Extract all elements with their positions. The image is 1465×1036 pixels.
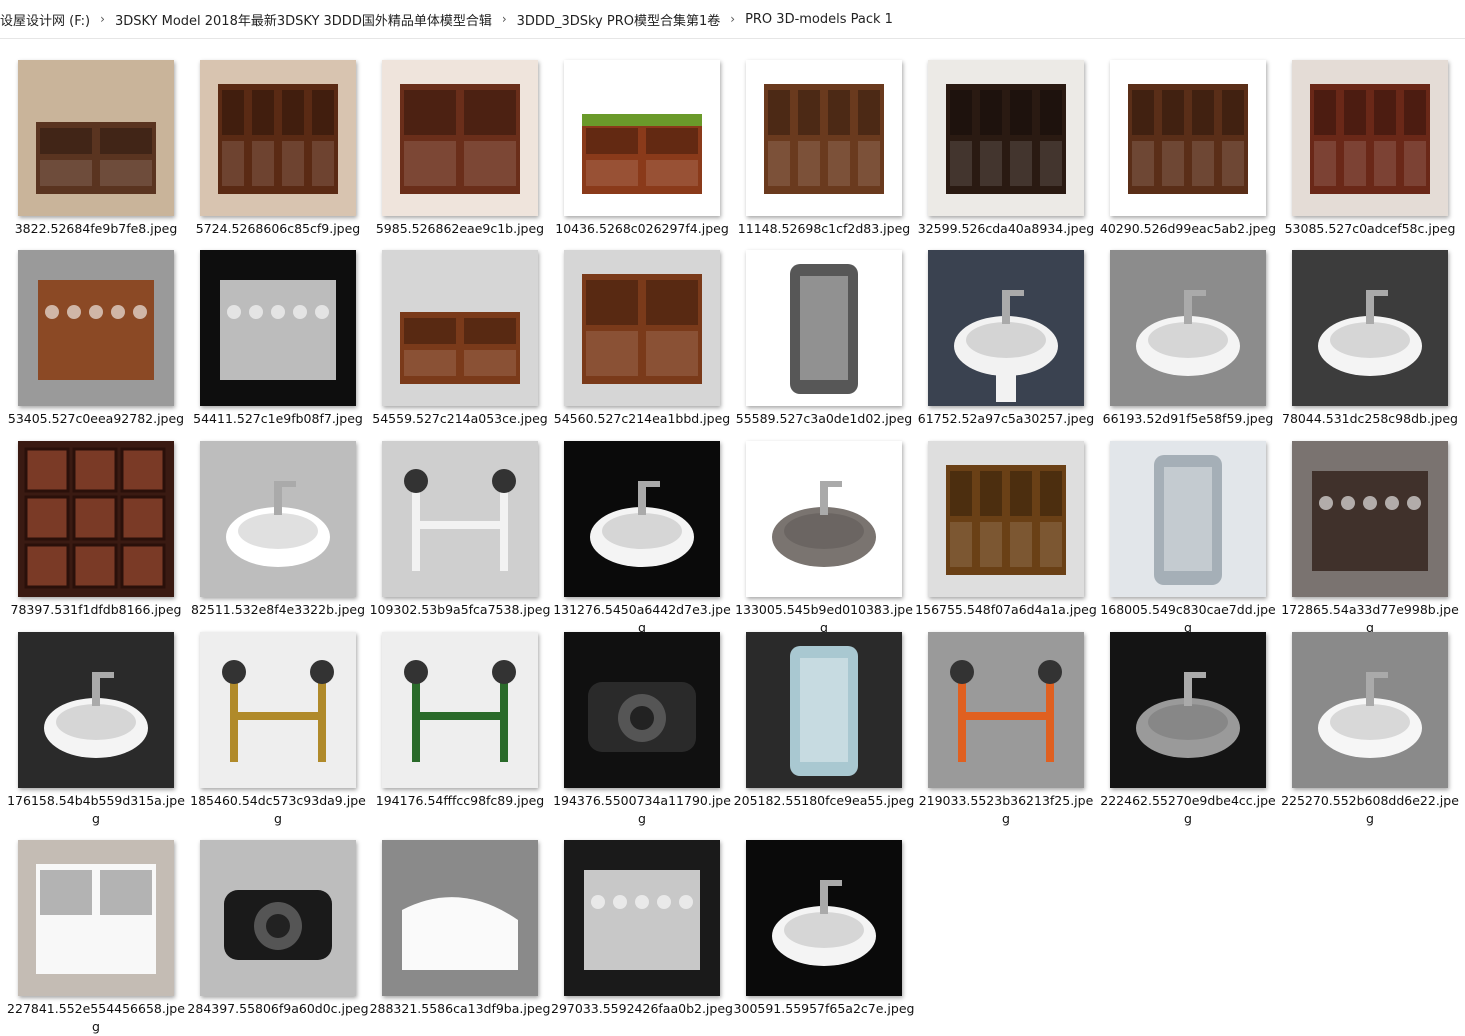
corner-sink-thumbnail[interactable] (1292, 250, 1448, 406)
breadcrumb-item[interactable]: 3DSKY Model 2018年最新3DSKY 3DDD国外精品单体模型合辑 (111, 10, 496, 29)
ceiling-panel-thumbnail[interactable] (18, 441, 174, 597)
billiard-desk-thumbnail[interactable] (564, 60, 720, 216)
file-name[interactable]: 288321.5586ca13df9ba.jpeg (369, 1000, 551, 1018)
double-vanity-thumbnail[interactable] (1292, 441, 1448, 597)
library-cabinet-thumbnail[interactable] (928, 60, 1084, 216)
bath-accessories-thumbnail[interactable] (200, 250, 356, 406)
shower-cabin-thumbnail[interactable] (746, 250, 902, 406)
silver-bowl-sink-thumbnail[interactable] (1110, 632, 1266, 788)
round-sink-thumbnail[interactable] (746, 441, 902, 597)
file-name[interactable]: 205182.55180fce9ea55.jpeg (733, 792, 915, 810)
file-name[interactable]: 227841.552e554456658.jpeg (5, 1000, 187, 1036)
shelving-unit-thumbnail[interactable] (746, 60, 902, 216)
steam-shower-thumbnail[interactable] (746, 632, 902, 788)
glass-shower-thumbnail[interactable] (1110, 441, 1266, 597)
file-name[interactable]: 53405.527c0eea92782.jpeg (5, 410, 187, 428)
breadcrumb: 设屋设计网 (F:) › 3DSKY Model 2018年最新3DSKY 3DDD… (0, 0, 1465, 39)
file-name[interactable]: 194176.54fffcc98fc89.jpeg (369, 792, 551, 810)
desk-thumbnail[interactable] (18, 60, 174, 216)
trophies-thumbnail[interactable] (200, 632, 356, 788)
corner-bathtub-thumbnail[interactable] (382, 840, 538, 996)
vanity-unit-thumbnail[interactable] (18, 840, 174, 996)
file-name[interactable]: 55589.527c3a0de1d02.jpeg (733, 410, 915, 428)
oval-washbasin-thumbnail[interactable] (18, 632, 174, 788)
freestanding-basin-thumbnail[interactable] (564, 441, 720, 597)
file-name[interactable]: 78397.531f1dfdb8166.jpeg (5, 601, 187, 619)
office-bookcase-thumbnail[interactable] (1110, 60, 1266, 216)
file-grid: 3822.52684fe9b7fe8.jpeg 5724.5268606c85cf… (0, 38, 1465, 1034)
camera-thumbnail[interactable] (200, 840, 356, 996)
display-cabinet-thumbnail[interactable] (18, 250, 174, 406)
file-name[interactable]: 54411.527c1e9fb08f7.jpeg (187, 410, 369, 428)
file-name[interactable]: 185460.54dc573c93da9.jpeg (187, 792, 369, 828)
preacher-bench-thumbnail[interactable] (928, 632, 1084, 788)
wall-library-thumbnail[interactable] (1292, 60, 1448, 216)
file-name[interactable]: 297033.5592426faa0b2.jpeg (551, 1000, 733, 1018)
file-name[interactable]: 61752.52a97c5a30257.jpeg (915, 410, 1097, 428)
file-name[interactable]: 225270.552b608dd6e22.jpeg (1279, 792, 1461, 828)
climbing-frame-thumbnail[interactable] (382, 632, 538, 788)
breadcrumb-item[interactable]: 设屋设计网 (F:) (0, 10, 94, 29)
breadcrumb-separator-icon[interactable]: › (496, 12, 513, 26)
file-name[interactable]: 219033.5523b36213f25.jpeg (915, 792, 1097, 828)
breadcrumb-separator-icon[interactable]: › (724, 12, 741, 26)
breadcrumb-separator-icon[interactable]: › (94, 12, 111, 26)
wall-basin-thumbnail[interactable] (746, 840, 902, 996)
writing-desk-thumbnail[interactable] (382, 250, 538, 406)
low-cabinet-thumbnail[interactable] (564, 250, 720, 406)
wooden-wardrobe-thumbnail[interactable] (928, 441, 1084, 597)
file-name[interactable]: 109302.53b9a5fca7538.jpeg (369, 601, 551, 619)
vessel-sink-thumbnail[interactable] (1110, 250, 1266, 406)
pedestal-sink-thumbnail[interactable] (928, 250, 1084, 406)
bookcase-thumbnail[interactable] (200, 60, 356, 216)
file-name[interactable]: 300591.55957f65a2c7e.jpeg (733, 1000, 915, 1018)
file-name[interactable]: 284397.55806f9a60d0c.jpeg (187, 1000, 369, 1018)
breadcrumb-item[interactable]: 3DDD_3DSky PRO模型合集第1卷 (513, 10, 725, 29)
file-name[interactable]: 78044.531dc258c98db.jpeg (1279, 410, 1461, 428)
file-name[interactable]: 54559.527c214a053ce.jpeg (369, 410, 551, 428)
boat-basin-thumbnail[interactable] (1292, 632, 1448, 788)
file-name[interactable]: 156755.548f07a6d4a1a.jpeg (915, 601, 1097, 619)
projector-thumbnail[interactable] (564, 632, 720, 788)
file-name[interactable]: 54560.527c214ea1bbd.jpeg (551, 410, 733, 428)
file-name[interactable]: 82511.532e8f4e3322b.jpeg (187, 601, 369, 619)
file-name[interactable]: 222462.55270e9dbe4cc.jpeg (1097, 792, 1279, 828)
file-name[interactable]: 194376.5500734a11790.jpeg (551, 792, 733, 828)
breadcrumb-item[interactable]: PRO 3D-models Pack 1 (741, 12, 897, 27)
bathroom-accessories-thumbnail[interactable] (564, 840, 720, 996)
tv-cabinet-thumbnail[interactable] (382, 60, 538, 216)
mosaic-sink-thumbnail[interactable] (200, 441, 356, 597)
weight-bench-thumbnail[interactable] (382, 441, 538, 597)
file-name[interactable]: 66193.52d91f5e58f59.jpeg (1097, 410, 1279, 428)
file-name[interactable]: 176158.54b4b559d315a.jpeg (5, 792, 187, 828)
